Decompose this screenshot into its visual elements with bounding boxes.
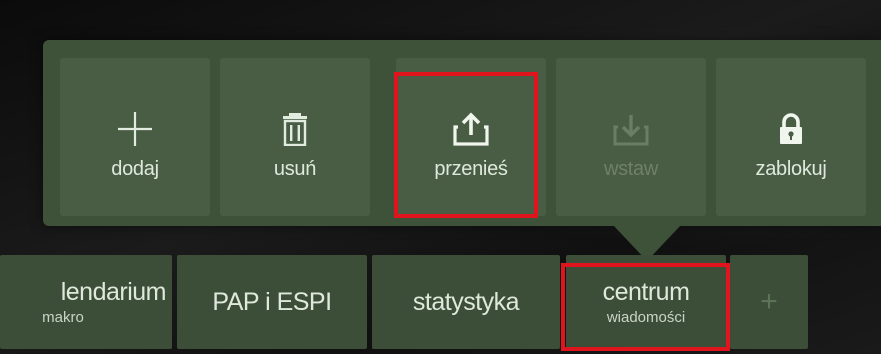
plus-icon <box>115 110 155 148</box>
context-toolbar: dodaj usuń przenieś wstaw zablokuj <box>43 40 881 226</box>
trash-icon <box>280 110 310 148</box>
move-button[interactable]: przenieś <box>396 58 546 216</box>
lock-label: zablokuj <box>755 158 827 180</box>
move-label: przenieś <box>434 158 508 180</box>
upload-icon <box>451 110 491 148</box>
add-button[interactable]: dodaj <box>60 58 210 216</box>
tab-kalendarium[interactable]: lendarium makro <box>0 255 172 349</box>
plus-icon: + <box>760 285 778 318</box>
lock-button[interactable]: zablokuj <box>716 58 866 216</box>
delete-button[interactable]: usuń <box>220 58 370 216</box>
delete-label: usuń <box>273 158 317 180</box>
tab-title: lendarium <box>60 278 167 306</box>
tab-title: PAP i ESPI <box>212 287 332 316</box>
add-label: dodaj <box>111 158 159 180</box>
insert-label: wstaw <box>603 158 659 180</box>
tab-subtitle: makro <box>42 309 84 326</box>
lock-icon <box>777 110 805 148</box>
tab-title: statystyka <box>412 287 520 316</box>
tab-pap-espi[interactable]: PAP i ESPI <box>177 255 367 349</box>
tab-statystyka[interactable]: statystyka <box>372 255 560 349</box>
tab-subtitle: wiadomości <box>606 309 686 326</box>
tab-centrum-wiadomosci[interactable]: centrum wiadomości <box>566 255 726 349</box>
add-tab-button[interactable]: + <box>730 255 808 349</box>
tab-title: centrum <box>602 278 690 306</box>
download-icon <box>611 110 651 148</box>
insert-button[interactable]: wstaw <box>556 58 706 216</box>
